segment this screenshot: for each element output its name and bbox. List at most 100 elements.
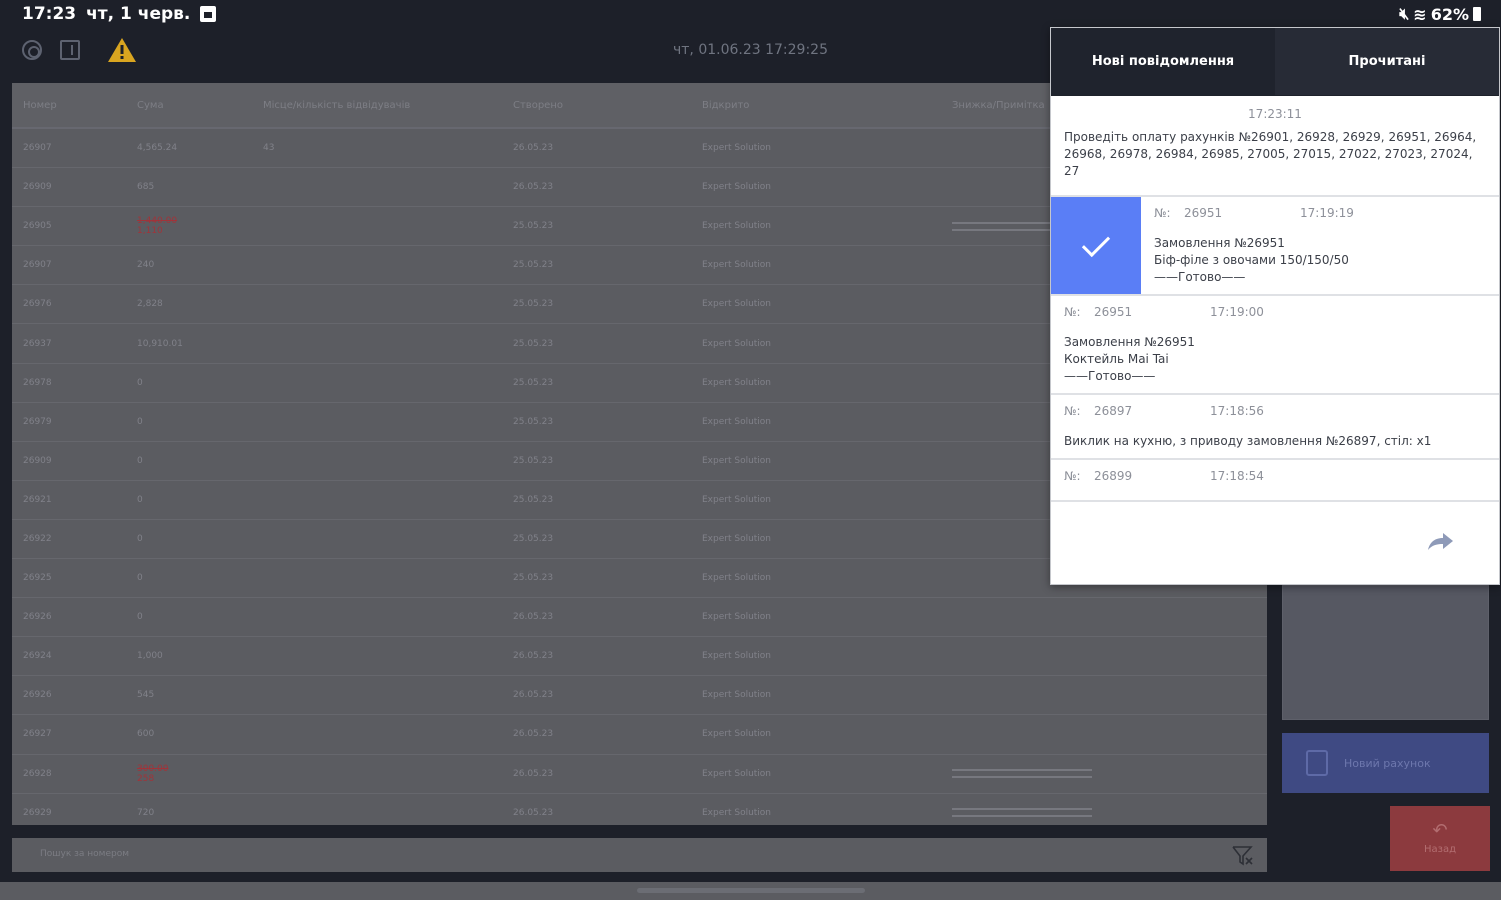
- cell-created: 26.05.23: [513, 143, 554, 154]
- message-header: №: 26897 17:18:56: [1051, 395, 1499, 420]
- message-item[interactable]: №: 26951 17:19:00 Замовлення №26951 Кокт…: [1051, 296, 1499, 395]
- forward-arrow-icon[interactable]: [1425, 530, 1455, 554]
- filter-clear-icon[interactable]: [1231, 844, 1253, 866]
- column-header-opened[interactable]: Відкрито: [691, 100, 941, 111]
- battery-level: 62%: [1430, 4, 1469, 24]
- message-body: Замовлення №26951 Коктейль Mai Tai ——Гот…: [1051, 321, 1499, 391]
- cell-sum: 600: [137, 729, 155, 740]
- table-row[interactable]: 26926 545 26.05.23 Expert Solution: [12, 676, 1267, 716]
- order-summary-panel: [1282, 585, 1489, 720]
- table-row[interactable]: 26924 1,000 26.05.23 Expert Solution: [12, 637, 1267, 677]
- order-number-label: №:: [1154, 206, 1171, 220]
- cell-number: 26976: [23, 299, 52, 310]
- status-left: 17:23 чт, 1 черв.: [22, 4, 217, 24]
- column-header-sum[interactable]: Сума: [126, 100, 252, 111]
- app-root: 17:23 чт, 1 черв. 🔇︎ ≋ 62% чт, 01.06.23 …: [0, 0, 1501, 900]
- cell-sum: 0: [137, 377, 143, 388]
- back-button[interactable]: ↶ Назад: [1390, 806, 1490, 871]
- cell-number: 26928: [23, 768, 52, 779]
- tab-read-messages[interactable]: Прочитані: [1275, 28, 1499, 95]
- column-header-number[interactable]: Номер: [12, 100, 126, 111]
- cell-opened: Expert Solution: [702, 612, 772, 623]
- cell-opened: Expert Solution: [702, 338, 772, 349]
- cell-number: 26937: [23, 338, 52, 349]
- cell-opened: Expert Solution: [702, 260, 772, 271]
- cell-number: 26926: [23, 612, 52, 623]
- note-text-line: [952, 808, 1092, 811]
- cell-created: 25.05.23: [513, 455, 554, 466]
- cell-number: 26925: [23, 573, 52, 584]
- message-header: №: 26899 17:18:54: [1051, 460, 1499, 485]
- status-right: 🔇︎ ≋ 62%: [1399, 4, 1481, 24]
- cell-number: 26907: [23, 260, 52, 271]
- message-text: Проведіть оплату рахунків №26901, 26928,…: [1064, 130, 1477, 178]
- cell-sum: 10,910.01: [137, 338, 183, 349]
- cell-number: 26929: [23, 807, 52, 818]
- table-row[interactable]: 26926 0 26.05.23 Expert Solution: [12, 598, 1267, 638]
- message-content: №: 26951 17:19:19 Замовлення №26951 Біф-…: [1141, 197, 1499, 294]
- table-row[interactable]: 26927 600 26.05.23 Expert Solution: [12, 715, 1267, 755]
- cell-number: 26979: [23, 416, 52, 427]
- cell-created: 26.05.23: [513, 182, 554, 193]
- cell-created: 26.05.23: [513, 612, 554, 623]
- mark-read-button[interactable]: [1051, 197, 1141, 294]
- cell-sum: 4,565.24: [137, 143, 178, 154]
- cell-opened: Expert Solution: [702, 573, 772, 584]
- cell-created: 25.05.23: [513, 416, 554, 427]
- checkmark-icon: [1081, 228, 1111, 257]
- cell-note: [941, 803, 1267, 822]
- cell-created: 25.05.23: [513, 338, 554, 349]
- cell-opened: Expert Solution: [702, 221, 772, 232]
- cell-opened: Expert Solution: [702, 807, 772, 818]
- discounted-sum: 1,110: [137, 226, 163, 237]
- cell-opened: Expert Solution: [702, 651, 772, 662]
- message-time: 17:23:11: [1248, 107, 1302, 121]
- cell-sum: 0: [137, 455, 143, 466]
- cell-created: 25.05.23: [513, 221, 554, 232]
- cell-opened: Expert Solution: [702, 299, 772, 310]
- order-number-label: №:: [1064, 404, 1081, 418]
- message-line: Виклик на кухню, з приводу замовлення №2…: [1064, 434, 1432, 448]
- cell-number: 26924: [23, 651, 52, 662]
- column-header-created[interactable]: Створено: [502, 100, 691, 111]
- cell-sum: 720: [137, 807, 155, 818]
- cell-created: 25.05.23: [513, 573, 554, 584]
- note-text-line: [952, 769, 1092, 772]
- cell-opened: Expert Solution: [702, 729, 772, 740]
- tab-new-messages[interactable]: Нові повідомлення: [1051, 28, 1275, 95]
- message-time: 17:18:56: [1210, 404, 1264, 418]
- cell-created: 26.05.23: [513, 807, 554, 818]
- message-item[interactable]: №: 26899 17:18:54: [1051, 460, 1499, 502]
- old-sum: 1,440.00: [137, 216, 178, 227]
- cell-opened: Expert Solution: [702, 690, 772, 701]
- home-indicator[interactable]: [637, 888, 865, 893]
- message-item[interactable]: 17:23:11 Проведіть оплату рахунків №2690…: [1051, 96, 1499, 197]
- table-row[interactable]: 26928 300.00 258 26.05.23 Expert Solution: [12, 755, 1267, 794]
- note-text-line: [952, 815, 1092, 818]
- column-header-place[interactable]: Місце/кількість відвідувачів: [252, 100, 502, 111]
- note-text-line: [952, 776, 1092, 779]
- cell-number: 26921: [23, 494, 52, 505]
- message-item[interactable]: №: 26897 17:18:56 Виклик на кухню, з при…: [1051, 395, 1499, 460]
- cell-number: 26978: [23, 377, 52, 388]
- search-input[interactable]: Пошук за номером: [40, 849, 129, 859]
- cell-sum: 685: [137, 182, 155, 193]
- message-header: №: 26951 17:19:00: [1051, 296, 1499, 321]
- cell-sum: 240: [137, 260, 155, 271]
- cell-created: 26.05.23: [513, 651, 554, 662]
- wifi-icon: ≋: [1413, 4, 1427, 24]
- cell-sum: 0: [137, 416, 143, 427]
- cell-sum: 2,828: [137, 299, 163, 310]
- cell-created: 25.05.23: [513, 533, 554, 544]
- cell-number: 26922: [23, 533, 52, 544]
- search-bar[interactable]: Пошук за номером: [12, 838, 1267, 872]
- cell-opened: Expert Solution: [702, 494, 772, 505]
- clipboard-icon: [1306, 750, 1328, 776]
- cell-sum: 0: [137, 612, 143, 623]
- message-item-selected[interactable]: №: 26951 17:19:19 Замовлення №26951 Біф-…: [1051, 197, 1499, 296]
- cell-sum: 0: [137, 573, 143, 584]
- table-row[interactable]: 26929 720 26.05.23 Expert Solution: [12, 794, 1267, 825]
- cell-created: 26.05.23: [513, 768, 554, 779]
- new-bill-button[interactable]: Новий рахунок: [1282, 733, 1489, 793]
- message-line: Замовлення №26951: [1064, 335, 1195, 349]
